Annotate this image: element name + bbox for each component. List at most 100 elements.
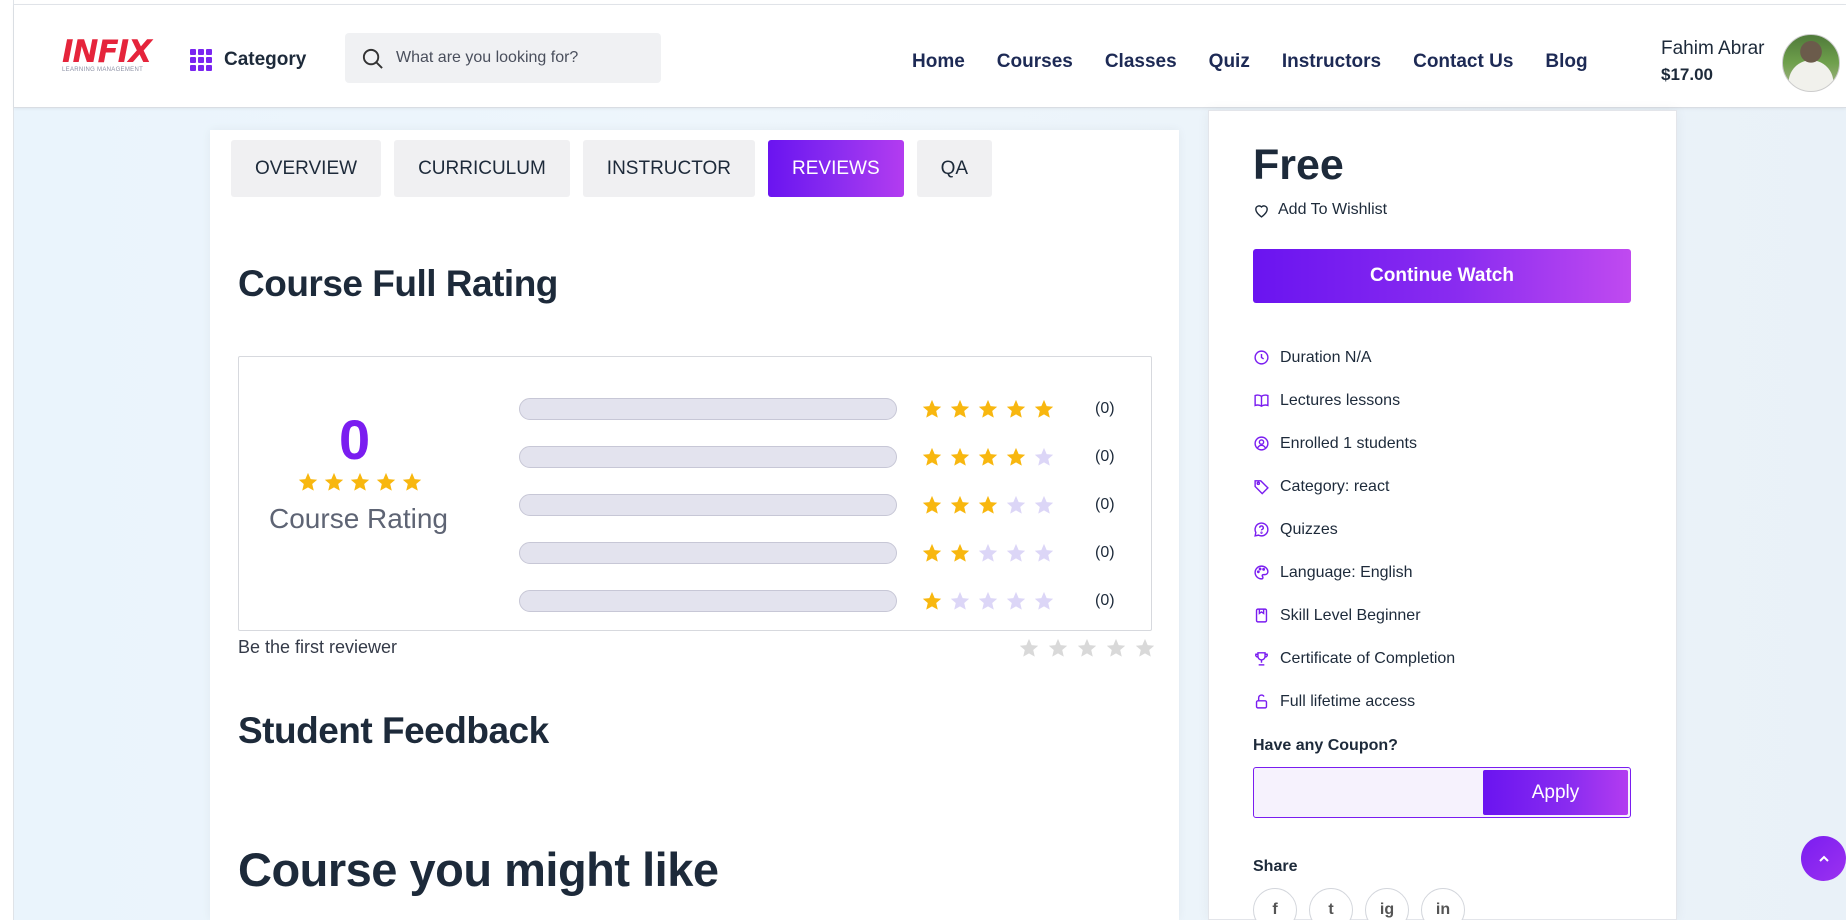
search-input[interactable]	[396, 49, 646, 67]
lock-icon	[1255, 694, 1268, 709]
course-info-item: Enrolled 1 students	[1253, 422, 1455, 465]
rating-count: (0)	[1095, 544, 1115, 561]
course-info-text: Skill Level Beginner	[1280, 606, 1421, 624]
apply-coupon-button[interactable]: Apply	[1483, 770, 1628, 815]
tab-instructor[interactable]: INSTRUCTOR	[582, 140, 756, 197]
continue-watch-button[interactable]: Continue Watch	[1253, 249, 1631, 303]
rating-row-1-star: (0)	[519, 577, 1115, 625]
nav-classes[interactable]: Classes	[1105, 51, 1177, 73]
nav-contact-us[interactable]: Contact Us	[1413, 51, 1513, 73]
star-filled-icon	[978, 399, 998, 418]
star-filled-icon	[298, 472, 318, 491]
rate-star-icon[interactable]	[1076, 637, 1098, 659]
rating-row-stars	[921, 494, 1055, 516]
rate-star-icon[interactable]	[1018, 637, 1040, 659]
star-empty-icon	[1034, 495, 1054, 514]
rating-row-stars	[921, 590, 1055, 612]
star-filled-icon	[402, 472, 422, 491]
course-you-might-like-title: Course you might like	[238, 843, 719, 896]
course-info-text: Duration N/A	[1280, 348, 1372, 366]
linkedin-icon[interactable]: in	[1421, 888, 1465, 920]
rating-row-4-star: (0)	[519, 433, 1115, 481]
course-info-item: Lectures lessons	[1253, 379, 1455, 422]
tab-reviews[interactable]: REVIEWS	[768, 140, 904, 197]
logo-text: INFIX	[62, 34, 152, 70]
share-label: Share	[1253, 858, 1298, 875]
student-feedback-title: Student Feedback	[238, 710, 549, 751]
coupon-input[interactable]	[1256, 770, 1483, 815]
star-filled-icon	[376, 472, 396, 491]
star-filled-icon	[922, 399, 942, 418]
course-info-item: Language: English	[1253, 551, 1455, 594]
category-menu-button[interactable]: Category	[190, 49, 306, 71]
grid-icon	[190, 49, 212, 71]
rating-row-5-star: (0)	[519, 385, 1115, 433]
rate-course-stars[interactable]	[1018, 637, 1156, 659]
star-filled-icon	[922, 447, 942, 466]
facebook-icon[interactable]: f	[1253, 888, 1297, 920]
rate-star-icon[interactable]	[1105, 637, 1127, 659]
star-filled-icon	[950, 495, 970, 514]
site-logo[interactable]: INFIX LEARNING MANAGEMENT	[62, 35, 154, 81]
tab-overview[interactable]: OVERVIEW	[231, 140, 382, 197]
tab-qa[interactable]: QA	[916, 140, 993, 197]
heart-icon	[1255, 204, 1268, 218]
coupon-label: Have any Coupon?	[1253, 737, 1398, 754]
rating-row-3-star: (0)	[519, 481, 1115, 529]
rating-progress-bar	[519, 590, 897, 612]
rating-count: (0)	[1095, 448, 1115, 465]
course-full-rating-title: Course Full Rating	[238, 263, 558, 304]
rating-row-stars	[921, 542, 1055, 564]
nav-instructors[interactable]: Instructors	[1282, 51, 1381, 73]
average-rating-stars	[297, 471, 423, 493]
badge-icon	[1255, 608, 1268, 623]
rating-breakdown: (0) (0) (0) (0) (0)	[519, 385, 1115, 625]
book-icon	[1254, 394, 1269, 408]
avatar[interactable]	[1782, 34, 1840, 92]
instagram-icon[interactable]: ig	[1365, 888, 1409, 920]
logo-subtitle: LEARNING MANAGEMENT	[62, 67, 144, 73]
nav-courses[interactable]: Courses	[997, 51, 1073, 73]
clock-icon	[1254, 350, 1269, 365]
twitter-icon[interactable]: t	[1309, 888, 1353, 920]
trophy-icon	[1255, 652, 1268, 666]
rating-row-stars	[921, 446, 1055, 468]
scroll-to-top-button[interactable]	[1801, 836, 1846, 881]
star-filled-icon	[978, 495, 998, 514]
star-filled-icon	[1006, 399, 1026, 418]
tab-curriculum[interactable]: CURRICULUM	[394, 140, 570, 197]
course-price: Free	[1253, 141, 1344, 189]
course-info-text: Category: react	[1280, 477, 1390, 495]
course-info-list: Duration N/A Lectures lessons Enrolled 1 s…	[1253, 336, 1455, 723]
search-bar	[345, 33, 661, 83]
star-filled-icon	[950, 543, 970, 562]
star-filled-icon	[1034, 399, 1054, 418]
star-filled-icon	[324, 472, 344, 491]
rating-progress-bar	[519, 446, 897, 468]
user-balance: $17.00	[1661, 65, 1713, 84]
star-filled-icon	[922, 543, 942, 562]
tag-icon	[1254, 480, 1269, 495]
star-filled-icon	[950, 447, 970, 466]
chevron-up-icon	[1818, 855, 1829, 862]
add-to-wishlist-link[interactable]: Add To Wishlist	[1253, 201, 1387, 219]
average-rating-value: 0	[339, 408, 371, 471]
search-icon[interactable]	[361, 47, 384, 70]
star-empty-icon	[1006, 543, 1026, 562]
rating-summary-box: 0 Course Rating (0) (0) (0) (0) (0)	[238, 356, 1152, 631]
main-nav: Home Courses Classes Quiz Instructors Co…	[912, 51, 1620, 73]
rating-row-2-star: (0)	[519, 529, 1115, 577]
star-filled-icon	[1006, 447, 1026, 466]
rate-star-icon[interactable]	[1047, 637, 1069, 659]
course-info-item: Category: react	[1253, 465, 1455, 508]
coupon-form: Apply	[1253, 767, 1631, 818]
nav-home[interactable]: Home	[912, 51, 965, 73]
nav-blog[interactable]: Blog	[1545, 51, 1587, 73]
user-menu[interactable]: Fahim Abrar $17.00	[1661, 38, 1764, 85]
rating-progress-bar	[519, 494, 897, 516]
palette-icon	[1254, 565, 1269, 580]
rate-star-icon[interactable]	[1134, 637, 1156, 659]
nav-quiz[interactable]: Quiz	[1209, 51, 1250, 73]
star-empty-icon	[1006, 591, 1026, 610]
star-empty-icon	[950, 591, 970, 610]
